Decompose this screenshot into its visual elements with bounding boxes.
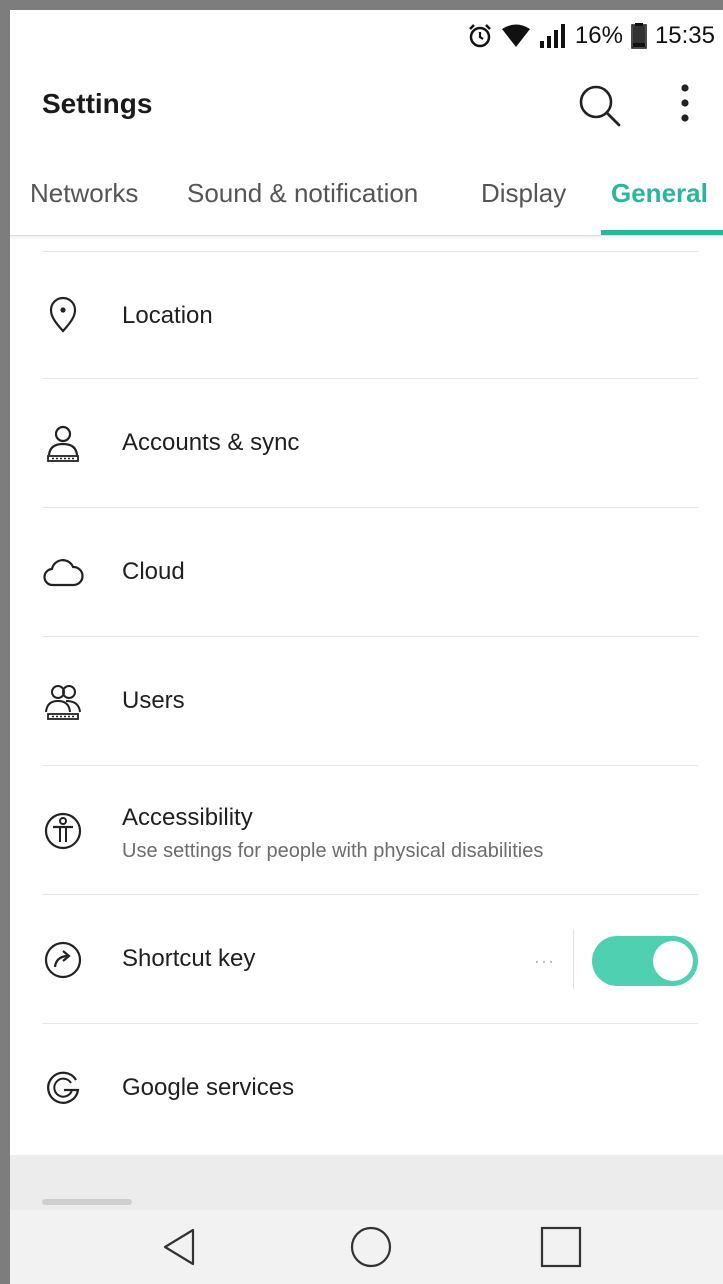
home-button[interactable] (346, 1222, 396, 1272)
list-item-label: Accounts & sync (122, 429, 300, 456)
list-item-location[interactable]: Location (10, 252, 723, 380)
shortcut-more-button[interactable]: ··· (534, 951, 555, 972)
list-item-label: Users (122, 687, 185, 714)
account-icon (42, 423, 84, 465)
signal-icon (539, 23, 567, 49)
search-icon (579, 85, 621, 127)
list-item-shortcut-key[interactable]: Shortcut key ··· (10, 895, 723, 1024)
list-item-cloud[interactable]: Cloud (10, 508, 723, 637)
tab-general[interactable]: General (611, 178, 708, 209)
list-item-subtitle: Use settings for people with physical di… (122, 840, 544, 862)
list-item-label: Google services (122, 1074, 295, 1101)
shortcut-key-toggle[interactable] (592, 936, 698, 986)
more-vert-icon (681, 84, 689, 122)
recents-icon (540, 1226, 582, 1268)
list-item-label: Accessibility (122, 804, 253, 831)
location-pin-icon (42, 294, 84, 336)
wifi-icon (501, 24, 531, 48)
list-item-accounts-sync[interactable]: Accounts & sync (10, 379, 723, 508)
list-item-label: Location (122, 302, 213, 329)
toggle-knob (653, 941, 693, 981)
home-icon (350, 1226, 392, 1268)
tab-bar: Networks Sound & notification Display Ge… (10, 152, 723, 236)
accessibility-icon (42, 810, 84, 852)
section-header-strip (10, 1155, 723, 1210)
page-title: Settings (42, 88, 153, 119)
more-options-button[interactable] (665, 78, 705, 134)
tab-sound-notification[interactable]: Sound & notification (187, 178, 418, 209)
list-item-accessibility[interactable]: Accessibility Use settings for people wi… (10, 766, 723, 895)
tab-display[interactable]: Display (481, 178, 566, 209)
cloud-icon (42, 552, 84, 594)
battery-percent: 16% (574, 22, 623, 49)
shortcut-icon (42, 939, 84, 981)
status-icons: 16% 15:35 (467, 22, 715, 50)
alarm-icon (467, 23, 493, 49)
list-item-label: Shortcut key (122, 945, 256, 972)
clock: 15:35 (654, 22, 715, 49)
users-icon (42, 681, 84, 723)
list-item-label: Cloud (122, 558, 185, 585)
list-item-google-services[interactable]: Google services (10, 1024, 723, 1153)
active-tab-indicator (601, 230, 723, 235)
section-header-placeholder (42, 1199, 132, 1205)
recents-button[interactable] (536, 1222, 586, 1272)
list-item-users[interactable]: Users (10, 637, 723, 766)
battery-icon (631, 23, 647, 49)
back-button[interactable] (155, 1222, 205, 1272)
vertical-separator (573, 929, 574, 989)
app-bar: Settings (10, 60, 723, 152)
tab-networks[interactable]: Networks (30, 178, 138, 209)
search-button[interactable] (572, 78, 628, 134)
google-icon (42, 1068, 84, 1110)
back-icon (163, 1228, 195, 1266)
navigation-bar (10, 1210, 723, 1284)
phone-screen: 16% 15:35 Settings Networks Sound & noti… (10, 10, 723, 1284)
status-bar: 16% 15:35 (10, 10, 723, 60)
